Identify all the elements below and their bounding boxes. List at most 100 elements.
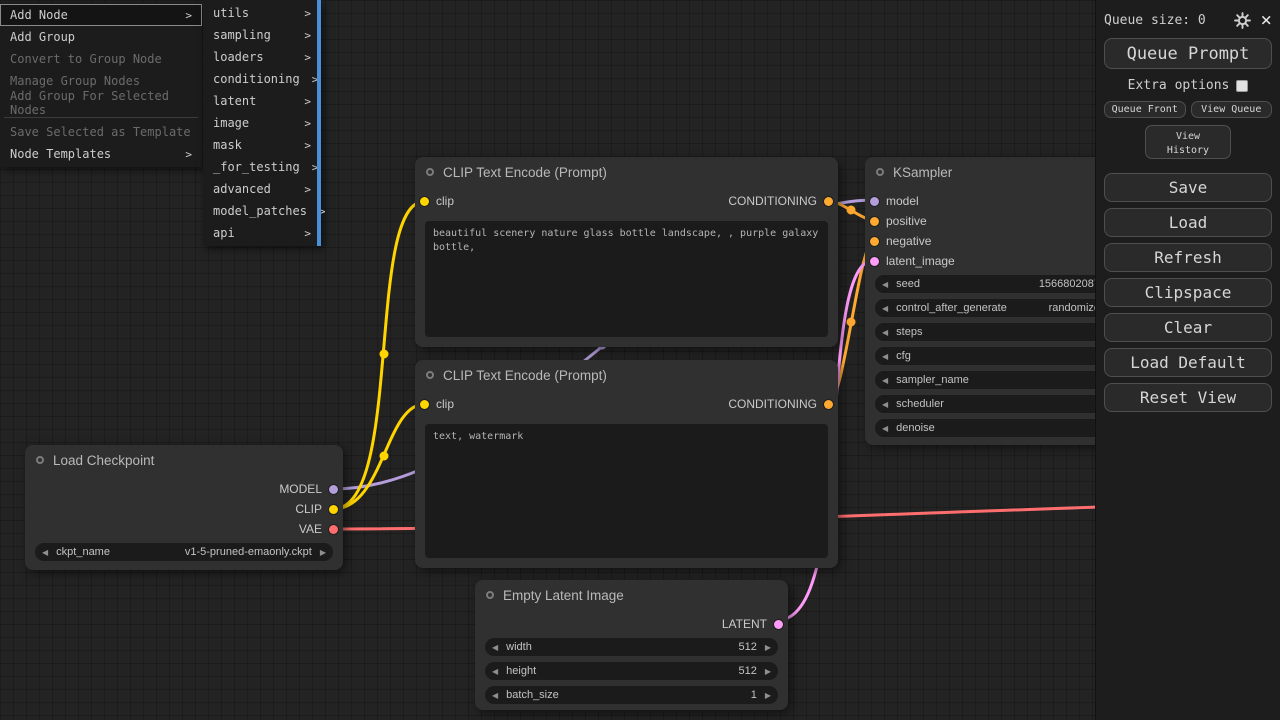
output-slot-model-icon[interactable] xyxy=(329,485,338,494)
widget-height[interactable]: ◀ height 512 ▶ xyxy=(485,662,778,680)
widget-width[interactable]: ◀ width 512 ▶ xyxy=(485,638,778,656)
node-header[interactable]: CLIP Text Encode (Prompt) xyxy=(415,157,838,187)
input-slot-positive-icon[interactable] xyxy=(870,217,879,226)
prompt-text-area[interactable]: beautiful scenery nature glass bottle la… xyxy=(425,221,828,337)
node-ksampler[interactable]: KSampler model positive negative xyxy=(865,157,1125,445)
decrement-arrow-icon[interactable]: ◀ xyxy=(882,424,888,433)
submenu-item-model-patches[interactable]: model_patches > xyxy=(203,200,321,222)
widget-cfg[interactable]: ◀ cfg xyxy=(875,347,1115,365)
widget-control-after-generate[interactable]: ◀ control_after_generate randomize xyxy=(875,299,1115,317)
submenu-item-latent[interactable]: latent > xyxy=(203,90,321,112)
submenu-item-conditioning[interactable]: conditioning > xyxy=(203,68,321,90)
widget-scheduler[interactable]: ◀ scheduler xyxy=(875,395,1115,413)
load-button[interactable]: Load xyxy=(1104,208,1272,237)
decrement-arrow-icon[interactable]: ◀ xyxy=(882,400,888,409)
save-button[interactable]: Save xyxy=(1104,173,1272,202)
output-slot-vae-icon[interactable] xyxy=(329,525,338,534)
collapse-dot-icon[interactable] xyxy=(426,371,434,379)
menu-item-node-templates[interactable]: Node Templates > xyxy=(0,143,202,165)
queue-prompt-button[interactable]: Queue Prompt xyxy=(1104,38,1272,69)
menu-item-label: _for_testing xyxy=(213,160,300,174)
view-history-label-line1: View xyxy=(1176,131,1200,142)
output-slot-latent-icon[interactable] xyxy=(774,620,783,629)
submenu-item-for-testing[interactable]: _for_testing > xyxy=(203,156,321,178)
view-history-label-line2: History xyxy=(1167,145,1209,156)
reset-view-button[interactable]: Reset View xyxy=(1104,383,1272,412)
node-header[interactable]: Empty Latent Image xyxy=(475,580,788,610)
increment-arrow-icon[interactable]: ▶ xyxy=(765,643,771,652)
submenu-item-image[interactable]: image > xyxy=(203,112,321,134)
menu-item-label: conditioning xyxy=(213,72,300,86)
load-default-button[interactable]: Load Default xyxy=(1104,348,1272,377)
wire-midpoint-dot-clip-2 xyxy=(380,452,389,461)
widget-batch-size[interactable]: ◀ batch_size 1 ▶ xyxy=(485,686,778,704)
clear-button[interactable]: Clear xyxy=(1104,313,1272,342)
widget-seed[interactable]: ◀ seed 1566802087 xyxy=(875,275,1115,293)
wire-clip-1 xyxy=(333,201,425,509)
widget-steps[interactable]: ◀ steps xyxy=(875,323,1115,341)
wire-midpoint-dot-positive xyxy=(847,206,856,215)
menu-item-label: Save Selected as Template xyxy=(10,125,191,139)
refresh-button[interactable]: Refresh xyxy=(1104,243,1272,272)
node-empty-latent-image[interactable]: Empty Latent Image LATENT ◀ width 512 ▶ … xyxy=(475,580,788,710)
node-load-checkpoint[interactable]: Load Checkpoint MODEL CLIP VAE xyxy=(25,445,343,570)
menu-item-add-group[interactable]: Add Group xyxy=(0,26,202,48)
decrement-arrow-icon[interactable]: ◀ xyxy=(882,304,888,313)
close-panel-icon[interactable]: × xyxy=(1261,11,1272,30)
submenu-scrollbar[interactable] xyxy=(317,0,321,246)
settings-gear-icon[interactable] xyxy=(1234,12,1251,29)
input-slot-clip-icon[interactable] xyxy=(420,197,429,206)
input-slot-negative-icon[interactable] xyxy=(870,237,879,246)
submenu-item-mask[interactable]: mask > xyxy=(203,134,321,156)
submenu-item-sampling[interactable]: sampling > xyxy=(203,24,321,46)
decrement-arrow-icon[interactable]: ◀ xyxy=(492,643,498,652)
output-slot-clip-icon[interactable] xyxy=(329,505,338,514)
node-clip-text-encode-negative[interactable]: CLIP Text Encode (Prompt) clip CONDITION… xyxy=(415,360,838,568)
node-header[interactable]: KSampler xyxy=(865,157,1125,187)
view-history-button[interactable]: View History xyxy=(1145,125,1231,159)
submenu-item-api[interactable]: api > xyxy=(203,222,321,244)
decrement-arrow-icon[interactable]: ◀ xyxy=(492,691,498,700)
node-graph-canvas[interactable]: CLIP Text Encode (Prompt) clip CONDITION… xyxy=(0,0,1280,720)
increment-arrow-icon[interactable]: ▶ xyxy=(765,667,771,676)
widget-ckpt-name[interactable]: ◀ ckpt_name v1-5-pruned-emaonly.ckpt ▶ xyxy=(35,543,333,561)
submenu-item-advanced[interactable]: advanced > xyxy=(203,178,321,200)
widget-denoise[interactable]: ◀ denoise xyxy=(875,419,1115,437)
prompt-text-area[interactable]: text, watermark xyxy=(425,424,828,558)
output-slot-conditioning-icon[interactable] xyxy=(824,197,833,206)
queue-front-button[interactable]: Queue Front xyxy=(1104,101,1186,118)
collapse-dot-icon[interactable] xyxy=(36,456,44,464)
widget-sampler-name[interactable]: ◀ sampler_name xyxy=(875,371,1115,389)
collapse-dot-icon[interactable] xyxy=(876,168,884,176)
input-slot-latent-image-icon[interactable] xyxy=(870,257,879,266)
input-slot-clip-icon[interactable] xyxy=(420,400,429,409)
menu-item-add-node[interactable]: Add Node > xyxy=(0,4,202,26)
decrement-arrow-icon[interactable]: ◀ xyxy=(882,376,888,385)
menu-item-label: Add Node xyxy=(10,8,68,22)
prev-option-arrow-icon[interactable]: ◀ xyxy=(42,548,48,557)
decrement-arrow-icon[interactable]: ◀ xyxy=(882,328,888,337)
decrement-arrow-icon[interactable]: ◀ xyxy=(492,667,498,676)
menu-item-label: api xyxy=(213,226,235,240)
widget-label: seed xyxy=(896,278,920,290)
view-queue-button[interactable]: View Queue xyxy=(1191,101,1273,118)
next-option-arrow-icon[interactable]: ▶ xyxy=(320,548,326,557)
node-clip-text-encode-positive[interactable]: CLIP Text Encode (Prompt) clip CONDITION… xyxy=(415,157,838,347)
menu-item-label: Convert to Group Node xyxy=(10,52,162,66)
node-title: Empty Latent Image xyxy=(503,588,624,603)
widget-value: v1-5-pruned-emaonly.ckpt xyxy=(185,546,312,558)
increment-arrow-icon[interactable]: ▶ xyxy=(765,691,771,700)
clipspace-button[interactable]: Clipspace xyxy=(1104,278,1272,307)
widget-value: 512 xyxy=(738,641,756,653)
decrement-arrow-icon[interactable]: ◀ xyxy=(882,280,888,289)
extra-options-checkbox[interactable] xyxy=(1236,80,1248,92)
submenu-item-utils[interactable]: utils > xyxy=(203,2,321,24)
collapse-dot-icon[interactable] xyxy=(486,591,494,599)
decrement-arrow-icon[interactable]: ◀ xyxy=(882,352,888,361)
node-header[interactable]: Load Checkpoint xyxy=(25,445,343,475)
collapse-dot-icon[interactable] xyxy=(426,168,434,176)
input-slot-model-icon[interactable] xyxy=(870,197,879,206)
output-slot-conditioning-icon[interactable] xyxy=(824,400,833,409)
submenu-item-loaders[interactable]: loaders > xyxy=(203,46,321,68)
node-header[interactable]: CLIP Text Encode (Prompt) xyxy=(415,360,838,390)
